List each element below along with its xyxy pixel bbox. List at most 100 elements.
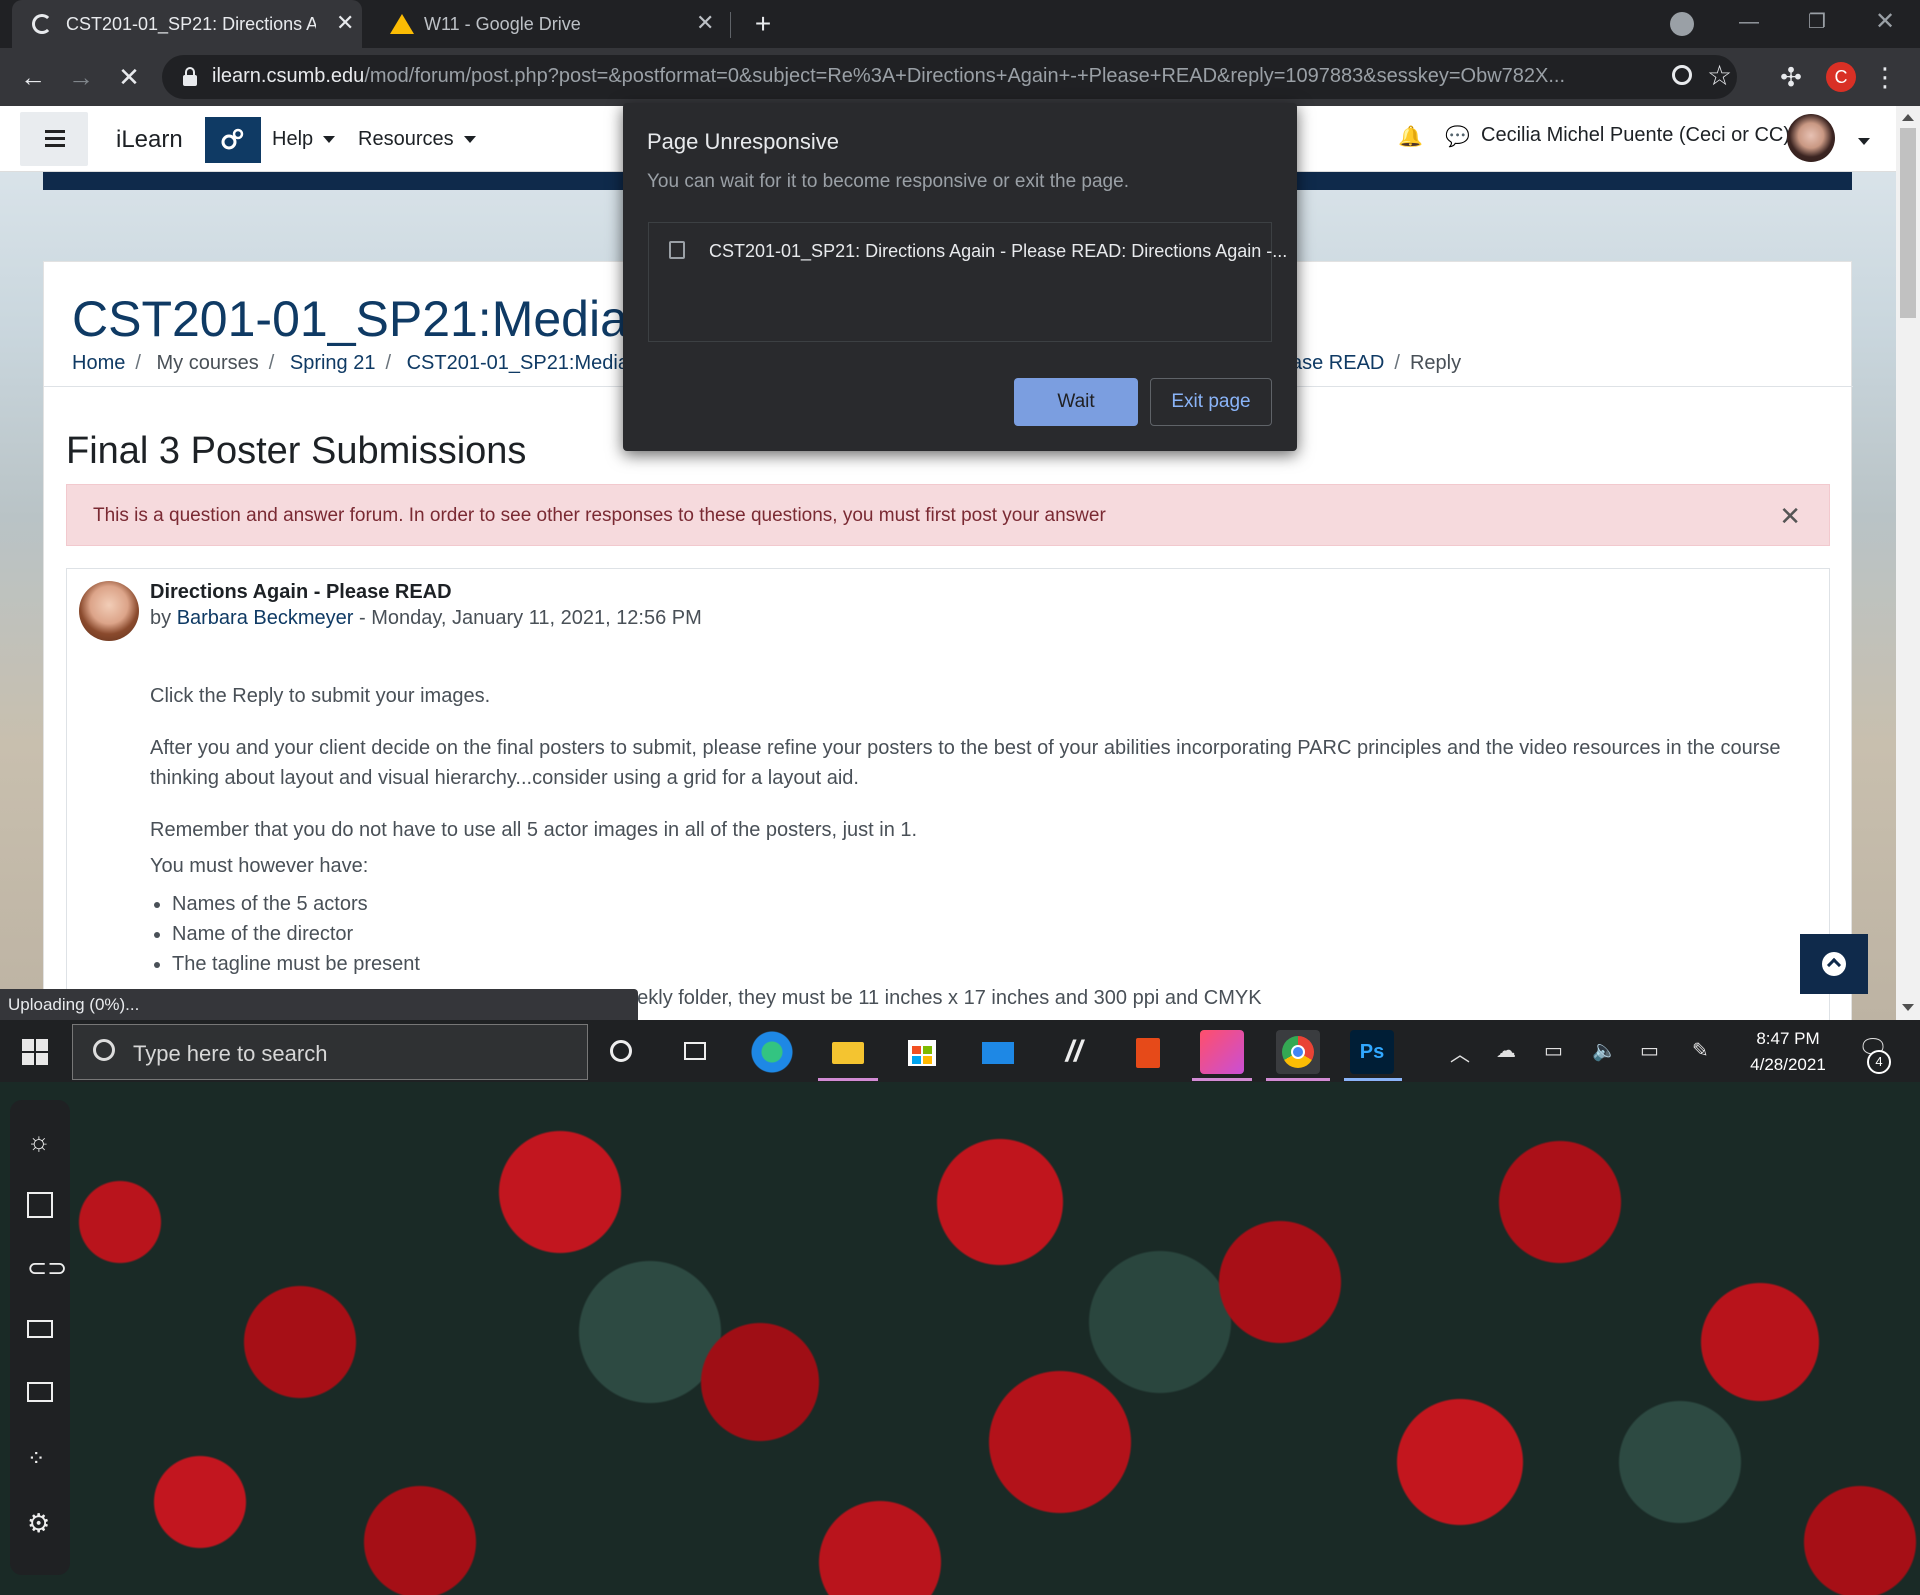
brightness-icon[interactable]: ☼ <box>27 1128 53 1154</box>
store-icon[interactable] <box>900 1030 944 1074</box>
onedrive-icon[interactable]: ☁ <box>1496 1038 1516 1063</box>
hamburger-menu-button[interactable] <box>20 112 88 166</box>
running-indicator <box>818 1078 878 1081</box>
user-name[interactable]: Cecilia Michel Puente (Ceci or CC) <box>1481 124 1790 147</box>
tab-search-icon[interactable] <box>1670 12 1694 36</box>
windows-taskbar: Type here to search // Ps ︿ ☁ ▭ 🔈 ▭ ✎ 8:… <box>0 1020 1920 1082</box>
close-icon[interactable]: ✕ <box>1779 501 1801 532</box>
user-menu-caret-icon[interactable] <box>1858 128 1870 151</box>
creative-cloud-icon[interactable] <box>1200 1030 1244 1074</box>
list-item: Names of the 5 actors <box>172 889 1810 919</box>
file-explorer-icon[interactable] <box>826 1030 870 1074</box>
display-icon[interactable]: ▭ <box>1640 1038 1659 1063</box>
post-paragraph: Click the Reply to submit your images. <box>150 685 491 707</box>
search-placeholder: Type here to search <box>133 1041 328 1066</box>
scrollbar-thumb[interactable] <box>1900 128 1916 318</box>
profile-avatar[interactable]: C <box>1826 62 1856 92</box>
tab-active[interactable]: CST201-01_SP21: Directions Again - Pleas… <box>12 0 362 48</box>
lock-icon <box>182 67 198 87</box>
keyboard-icon[interactable] <box>27 1320 53 1338</box>
help-menu[interactable]: Help <box>272 128 336 151</box>
user-avatar[interactable] <box>1787 114 1835 162</box>
notification-count-badge: 4 <box>1867 1050 1891 1074</box>
page-scrollbar[interactable] <box>1896 106 1920 1020</box>
app-icon[interactable]: // <box>1052 1030 1096 1074</box>
bookmark-star-icon[interactable]: ☆ <box>1707 59 1732 92</box>
forward-icon[interactable]: → <box>60 56 102 98</box>
windows-start-button[interactable] <box>22 1039 48 1065</box>
tab-title: CST201-01_SP21: Directions Again - Pleas… <box>66 14 316 34</box>
close-tab-icon[interactable]: ✕ <box>696 10 714 36</box>
stop-icon[interactable]: ✕ <box>108 56 150 98</box>
breadcrumb-home[interactable]: Home <box>72 352 125 374</box>
breadcrumb-course[interactable]: CST201-01_SP21:Media <box>407 352 629 374</box>
url-host: ilearn.csumb.edu <box>212 65 365 87</box>
breadcrumb-spring[interactable]: Spring 21 <box>290 352 376 374</box>
close-window-button[interactable]: ✕ <box>1850 0 1920 48</box>
running-indicator <box>1192 1078 1252 1081</box>
messages-icon[interactable]: 💬 <box>1445 124 1470 149</box>
cortana-icon[interactable] <box>600 1030 644 1074</box>
menu-icon[interactable]: ⋮ <box>1864 56 1906 98</box>
wait-button[interactable]: Wait <box>1014 378 1138 426</box>
office-icon[interactable] <box>1126 1030 1170 1074</box>
search-icon <box>93 1039 115 1061</box>
tab-bar: CST201-01_SP21: Directions Again - Pleas… <box>0 0 1920 48</box>
breadcrumb: Home / My courses / Spring 21/ CST201-01_S… <box>72 352 629 374</box>
chrome-icon[interactable] <box>1276 1030 1320 1074</box>
minimize-button[interactable]: — <box>1714 0 1784 48</box>
tab-title: W11 - Google Drive <box>424 14 581 34</box>
battery-icon[interactable]: ▭ <box>1544 1038 1563 1063</box>
windows-icon[interactable] <box>27 1192 53 1218</box>
list-item: The tagline must be present <box>172 949 1810 979</box>
exit-page-button[interactable]: Exit page <box>1150 378 1272 426</box>
running-indicator <box>1266 1078 1330 1081</box>
show-hidden-icons-icon[interactable]: ︿ <box>1450 1038 1470 1067</box>
author-link[interactable]: Barbara Beckmeyer <box>177 607 354 629</box>
author-avatar[interactable] <box>79 581 139 641</box>
close-tab-icon[interactable]: ✕ <box>336 10 354 36</box>
dialog-page-list: CST201-01_SP21: Directions Again - Pleas… <box>648 222 1287 342</box>
pen-icon[interactable]: ✎ <box>1692 1038 1709 1063</box>
task-view-icon[interactable] <box>674 1030 718 1074</box>
side-quick-panel: ☼ ⊂⊃ ⁘ ⚙ <box>10 1100 70 1575</box>
post-paragraph: Remember that you do not have to use all… <box>150 819 918 841</box>
apps-grid-icon[interactable]: ⁘ <box>27 1446 53 1472</box>
link-icon[interactable]: ⊂⊃ <box>27 1256 67 1282</box>
post-byline: by Barbara Beckmeyer - Monday, January 1… <box>150 607 702 629</box>
address-bar[interactable]: ilearn.csumb.edu/mod/forum/post.php?post… <box>162 55 1737 99</box>
new-tab-button[interactable]: + <box>748 6 778 42</box>
photoshop-icon[interactable]: Ps <box>1350 1030 1394 1074</box>
forum-post: Directions Again - Please READ by Barbar… <box>66 568 1830 1020</box>
extensions-icon[interactable]: ✣ <box>1770 56 1812 98</box>
breadcrumb-my-courses[interactable]: My courses <box>156 352 258 374</box>
post-body: Click the Reply to submit your images. A… <box>150 681 1810 1013</box>
gear-icon[interactable] <box>205 117 261 163</box>
taskbar-search[interactable]: Type here to search <box>72 1024 588 1080</box>
taskbar-clock[interactable]: 8:47 PM 4/28/2021 <box>1740 1026 1836 1078</box>
requirements-list: Names of the 5 actors Name of the direct… <box>172 889 1810 979</box>
edge-icon[interactable] <box>750 1030 794 1074</box>
restore-button[interactable]: ❐ <box>1782 0 1852 48</box>
zoom-icon[interactable] <box>1672 65 1692 85</box>
breadcrumb-discussion[interactable]: ase READ <box>1291 352 1384 374</box>
site-brand[interactable]: iLearn <box>116 126 183 154</box>
notification-bell-icon[interactable]: 🔔 <box>1398 124 1423 149</box>
post-date: - Monday, January 11, 2021, 12:56 PM <box>359 607 702 629</box>
qanda-alert: This is a question and answer forum. In … <box>66 484 1830 546</box>
back-icon[interactable]: ← <box>12 56 54 98</box>
dialog-message: You can wait for it to become responsive… <box>647 171 1129 192</box>
post-paragraph: You must however have: <box>150 855 369 877</box>
list-item: Name of the director <box>172 919 1810 949</box>
mail-icon[interactable] <box>976 1030 1020 1074</box>
volume-icon[interactable]: 🔈 <box>1592 1038 1617 1063</box>
resources-menu[interactable]: Resources <box>358 128 476 151</box>
post-subject: Directions Again - Please READ <box>150 581 452 603</box>
breadcrumb-reply: Reply <box>1409 352 1462 374</box>
tab-google-drive[interactable]: W11 - Google Drive ✕ <box>374 0 724 48</box>
arrow-up-icon <box>1822 952 1846 976</box>
page-favicon-icon <box>669 241 685 259</box>
back-to-top-button[interactable] <box>1800 934 1868 994</box>
settings-icon[interactable]: ⚙ <box>27 1510 53 1536</box>
laptop-icon[interactable] <box>27 1382 53 1402</box>
